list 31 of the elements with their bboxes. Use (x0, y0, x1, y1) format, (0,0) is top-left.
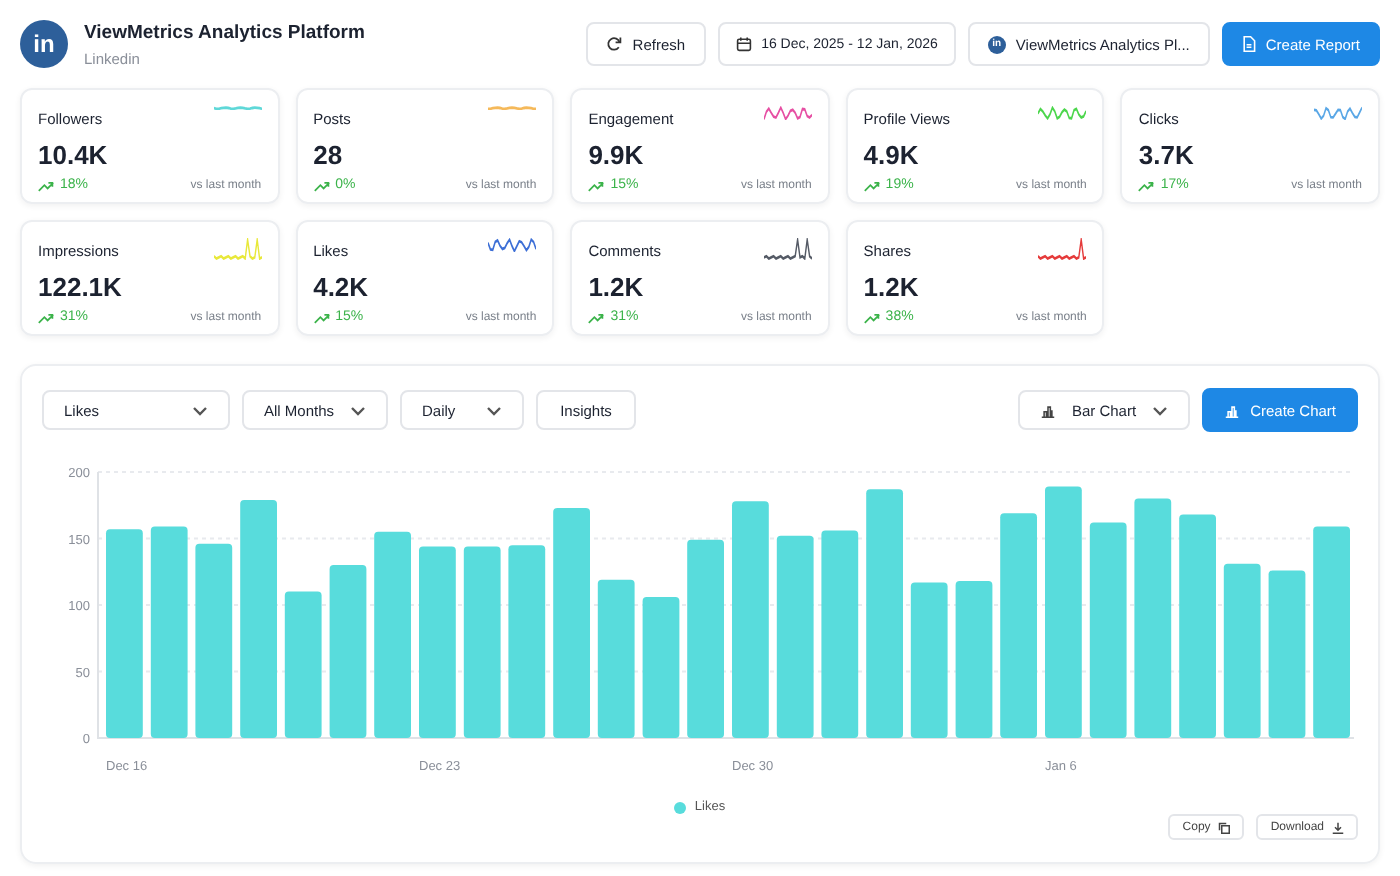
stat-value: 122.1K (38, 272, 124, 302)
trend-up-icon (863, 311, 880, 323)
stat-value: 9.9K (588, 140, 646, 170)
caret-icon (486, 405, 503, 415)
caret-icon (350, 405, 367, 415)
bar-chart-icon (1224, 403, 1241, 417)
app-title: ViewMetrics Analytics Platform (84, 21, 365, 43)
copy-icon (1218, 821, 1231, 833)
trend-up-icon (588, 311, 605, 323)
stat-value: 1.2K (588, 272, 646, 302)
logo-badge: in (20, 20, 68, 68)
trend-up-icon (38, 179, 54, 191)
document-icon (1241, 36, 1256, 52)
trend-up-icon (1138, 179, 1155, 191)
stat-value: 3.7K (1138, 140, 1196, 170)
caret-icon (1152, 405, 1169, 415)
download-icon (1332, 821, 1344, 833)
calendar-icon (735, 36, 752, 52)
bar-chart-icon (1039, 403, 1056, 417)
trend-up-icon (38, 311, 54, 323)
stat-value: 28 (313, 140, 345, 170)
trend-up-icon (313, 179, 330, 191)
trend-up-icon (588, 179, 605, 191)
trend-up-icon (313, 311, 330, 323)
caret-icon (192, 405, 208, 415)
stat-value: 4.2K (313, 272, 371, 302)
refresh-icon (606, 36, 623, 52)
stat-value: 10.4K (38, 140, 110, 170)
stat-value: 4.9K (863, 140, 921, 170)
stat-value: 1.2K (863, 272, 921, 302)
trend-up-icon (863, 179, 880, 191)
